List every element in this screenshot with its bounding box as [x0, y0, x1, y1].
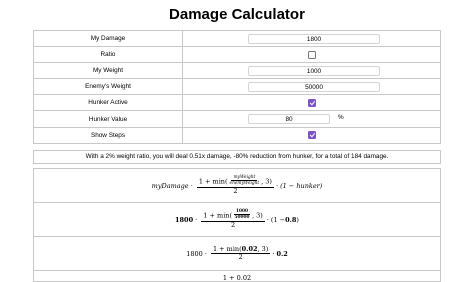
step1-lhs: myDamage: [151, 181, 189, 190]
enemy-weight-label: Enemy's Weight: [33, 78, 183, 96]
my-weight-input[interactable]: 1000: [248, 65, 380, 76]
show-steps-label: Show Steps: [33, 126, 183, 144]
hunker-active-checkbox[interactable]: [308, 98, 316, 107]
row-show-steps: Show Steps: [33, 126, 441, 144]
row-ratio: Ratio: [33, 46, 441, 64]
hunker-active-label: Hunker Active: [33, 94, 183, 112]
row-enemy-weight: Enemy's Weight 50000: [33, 78, 441, 96]
ratio-checkbox[interactable]: [308, 50, 316, 59]
step3-lhs: 1800: [186, 249, 203, 258]
result-summary: With a 2% weight ratio, you will deal 0.…: [33, 150, 441, 164]
step-substituted: 1800 · 1 + min(1000 50000, 3) 2 · (1 − 0.…: [33, 202, 441, 236]
step2-lhs: 1800: [175, 215, 194, 224]
enemy-weight-input[interactable]: 50000: [248, 81, 380, 92]
row-hunker-active: Hunker Active: [33, 94, 441, 112]
my-damage-label: My Damage: [33, 29, 183, 48]
step4-numerator: 1 + 0.02: [222, 274, 252, 282]
percent-unit: %: [338, 114, 344, 122]
step-simplified: 1800 · 1 + min(0.02, 3) 2 · 0.2: [33, 236, 441, 270]
my-damage-input[interactable]: 1800: [248, 33, 380, 44]
step1-tail: · (1 − hunker): [275, 181, 323, 190]
hunker-value-input[interactable]: 80: [248, 113, 330, 124]
hunker-value-label: Hunker Value: [33, 110, 183, 128]
row-my-damage: My Damage 1800: [33, 29, 441, 48]
calculator-form: My Damage 1800 Ratio My Weight 1000 Enem…: [33, 29, 441, 144]
show-steps-checkbox[interactable]: [308, 131, 316, 140]
page-title: Damage Calculator: [169, 6, 305, 23]
row-my-weight: My Weight 1000: [33, 62, 441, 80]
step-partial: 1 + 0.02: [33, 270, 441, 282]
step-formula: myDamage · 1 + min(myWeight enemyWeight, …: [33, 168, 441, 202]
row-hunker-value: Hunker Value 80 %: [33, 110, 441, 128]
calculation-steps: myDamage · 1 + min(myWeight enemyWeight, …: [33, 168, 441, 282]
my-weight-label: My Weight: [33, 62, 183, 80]
ratio-label: Ratio: [33, 46, 183, 64]
